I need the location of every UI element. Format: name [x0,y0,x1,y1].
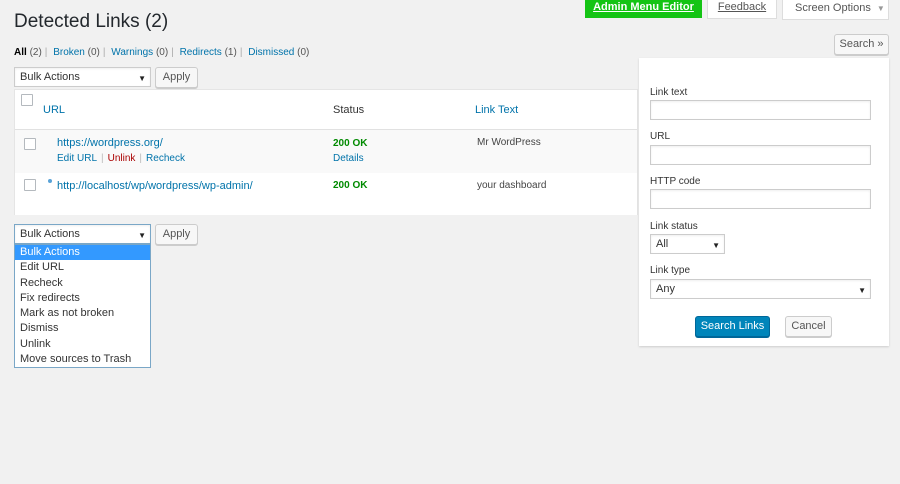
redirect-dot-icon [48,179,52,183]
url-input[interactable] [650,145,871,165]
select-all-checkbox[interactable] [21,94,33,106]
filter-dismissed[interactable]: Dismissed [248,47,294,58]
table-row: https://wordpress.org/ Edit URL | Unlink | R… [15,130,637,173]
option-mark-not-broken[interactable]: Mark as not broken [15,306,150,321]
links-table: URL Status Link Text https://wordpress.o… [14,89,638,215]
row-link-text: your dashboard [477,180,547,191]
row-actions: Edit URL | Unlink | Recheck [57,153,185,164]
column-status: Status [333,104,365,116]
recheck-link[interactable]: Recheck [146,153,185,164]
row-link-text: Mr WordPress [477,137,541,148]
details-link[interactable]: Details [333,153,364,164]
option-bulk-actions[interactable]: Bulk Actions [15,245,150,261]
bulk-actions-select-bottom[interactable]: Bulk Actions ▼ [14,224,151,244]
filter-warnings[interactable]: Warnings [111,47,153,58]
filter-count: (2) [29,47,42,58]
search-links-button[interactable]: Search Links [695,316,770,337]
filter-count: (0) [297,47,310,58]
screen-options-label: Screen Options [795,2,871,14]
unlink-link[interactable]: Unlink [108,153,136,164]
screen-options-button[interactable]: Screen Options ▼ [782,0,889,20]
filter-broken[interactable]: Broken [53,47,85,58]
apply-button-bottom[interactable]: Apply [155,224,198,245]
table-header: URL Status Link Text [15,90,637,130]
filter-count: (0) [87,47,100,58]
caret-down-icon: ▼ [876,4,885,13]
dropdown-arrow-icon: ▼ [712,241,720,250]
status-badge: 200 OK [333,138,368,149]
status-filters: All (2) | Broken (0) | Warnings (0) | Redir… [14,47,310,58]
status-badge: 200 OK [333,180,368,191]
filter-all[interactable]: All [14,47,27,58]
filter-count: (0) [155,47,169,58]
bulk-actions-selected: Bulk Actions [20,228,80,240]
column-url-sort[interactable]: URL [43,104,65,116]
link-type-label: Link type [650,265,691,276]
table-row: http://localhost/wp/wordpress/wp-admin/ … [15,173,637,215]
column-link-text-sort[interactable]: Link Text [475,104,518,116]
dropdown-arrow-icon: ▼ [858,286,866,295]
link-status-select[interactable]: All ▼ [650,234,725,254]
row-checkbox[interactable] [24,179,36,191]
apply-button-top[interactable]: Apply [155,67,198,88]
option-unlink[interactable]: Unlink [15,337,150,352]
bulk-actions-selected: Bulk Actions [20,71,80,83]
http-code-label: HTTP code [650,176,701,187]
url-label: URL [650,131,671,142]
link-status-label: Link status [650,221,698,232]
link-status-value: All [656,238,669,250]
option-fix-redirects[interactable]: Fix redirects [15,291,150,306]
filter-redirects[interactable]: Redirects [180,47,222,58]
option-edit-url[interactable]: Edit URL [15,260,150,275]
link-type-select[interactable]: Any ▼ [650,279,871,299]
dropdown-arrow-icon: ▼ [138,74,146,83]
row-url-link[interactable]: https://wordpress.org/ [57,137,163,149]
bulk-actions-select-top[interactable]: Bulk Actions ▼ [14,67,151,87]
row-checkbox[interactable] [24,138,36,150]
option-dismiss[interactable]: Dismiss [15,321,150,336]
option-move-to-trash[interactable]: Move sources to Trash [15,352,150,367]
http-code-input[interactable] [650,189,871,209]
edit-url-link[interactable]: Edit URL [57,153,97,164]
filter-count: (1) [224,47,237,58]
link-text-label: Link text [650,87,688,98]
option-recheck[interactable]: Recheck [15,276,150,291]
bulk-actions-dropdown-list: Bulk Actions Edit URL Recheck Fix redire… [14,244,151,368]
search-panel: Link text URL HTTP code Link status All … [639,58,889,346]
row-url-link[interactable]: http://localhost/wp/wordpress/wp-admin/ [57,180,253,192]
link-text-input[interactable] [650,100,871,120]
page-title: Detected Links (2) [14,11,169,32]
link-type-value: Any [656,283,675,295]
admin-menu-editor-button[interactable]: Admin Menu Editor [585,0,702,18]
dropdown-arrow-icon: ▼ [138,231,146,240]
feedback-button[interactable]: Feedback [707,0,777,19]
search-toggle-button[interactable]: Search » [834,34,889,55]
cancel-button[interactable]: Cancel [785,316,832,337]
